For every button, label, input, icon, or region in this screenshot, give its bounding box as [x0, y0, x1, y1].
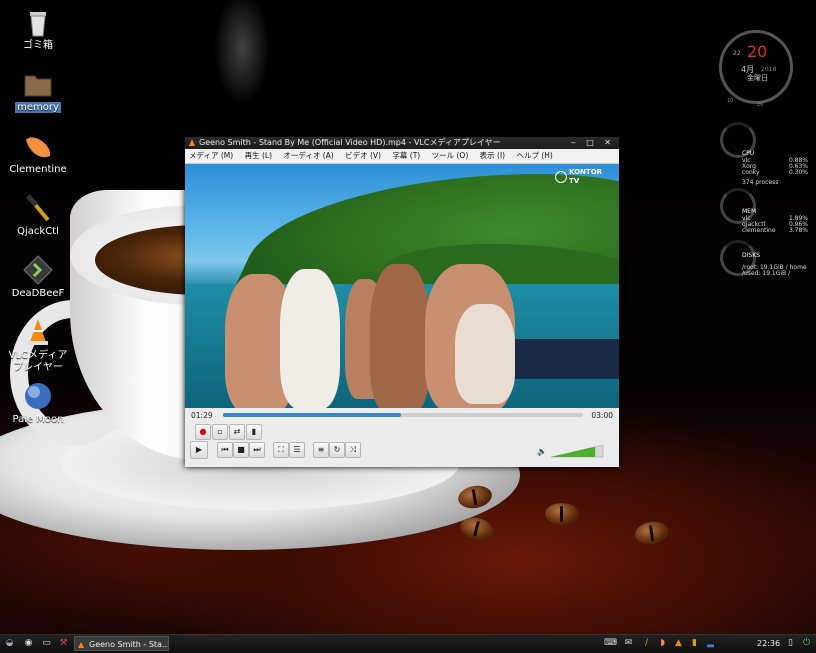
- previous-button[interactable]: ⏮: [217, 442, 233, 458]
- menu-view[interactable]: 表示 (I): [480, 151, 505, 160]
- clock-minute: 22: [733, 50, 741, 57]
- video-scene-person: [280, 269, 340, 408]
- palemoon-icon: [22, 380, 54, 412]
- desktop-icon-vlc[interactable]: VLCメディアプレイヤー: [0, 316, 76, 374]
- steam-graphic: [140, 0, 310, 120]
- hammer-icon[interactable]: ⚒: [57, 637, 70, 650]
- menu-media[interactable]: メディア (M): [189, 151, 233, 160]
- task-label: Geeno Smith - Sta...: [89, 640, 169, 649]
- app-menu-icon[interactable]: ◒: [3, 637, 16, 650]
- extended-settings-button[interactable]: ☰: [289, 442, 305, 458]
- clock-hour-label: 10: [727, 98, 734, 104]
- folder-icon: [22, 68, 54, 100]
- conky-disks-widget: DISKS /root: 19.1GiB / home /used: 19.1G…: [720, 240, 816, 280]
- menu-playback[interactable]: 再生 (L): [245, 151, 272, 160]
- elapsed-time: 01:29: [191, 411, 213, 420]
- clock-month: 4月: [741, 65, 755, 74]
- vlc-cone-icon: [22, 316, 54, 348]
- clock-second-label: 20: [757, 102, 764, 108]
- conky-clock-widget: 22 20 4月 2018 金曜日 10 20: [719, 30, 793, 108]
- desktop-icon-deadbeef[interactable]: DeaDBeeF: [0, 254, 76, 300]
- record-button[interactable]: ●: [195, 424, 211, 440]
- conky-mem-widget: MEM vlc 1.89% qjackctl 0.96% clementine 3.7…: [720, 188, 816, 236]
- vlc-cone-icon: [189, 139, 195, 146]
- loop-ab-button[interactable]: ⇄: [229, 424, 245, 440]
- advanced-controls: ● ▫ ⇄ ▮: [185, 422, 619, 440]
- vlc-window[interactable]: Geeno Smith - Stand By Me (Official Vide…: [185, 137, 619, 467]
- disks-title: DISKS: [742, 252, 760, 259]
- browser-icon[interactable]: ◉: [22, 637, 35, 650]
- qjackctl-tray-icon[interactable]: ∕: [640, 637, 653, 650]
- video-scene-person: [370, 264, 430, 408]
- menu-tools[interactable]: ツール (O): [432, 151, 469, 160]
- vlc-tray-icon[interactable]: ▲: [672, 637, 685, 650]
- vlc-cone-icon: ▲: [78, 640, 85, 649]
- next-button[interactable]: ⏭: [249, 442, 265, 458]
- volume-tray-icon[interactable]: ▂: [704, 637, 717, 650]
- seek-progress: [223, 413, 401, 417]
- video-scene-person: [455, 304, 515, 404]
- show-desktop-icon[interactable]: ▭: [40, 637, 53, 650]
- trash-icon: [22, 6, 54, 38]
- disk-row: /used: 19.1GiB /: [742, 270, 791, 277]
- play-button[interactable]: ▶: [190, 441, 208, 459]
- clementine-tray-icon[interactable]: ◗: [656, 637, 669, 650]
- volume-slider[interactable]: 🔈: [537, 444, 607, 459]
- coffee-bean-graphic: [545, 503, 579, 525]
- loop-button[interactable]: ↻: [329, 442, 345, 458]
- kontor-tv-logo: KONTOR TV: [555, 168, 615, 186]
- cpu-title: CPU: [742, 150, 755, 157]
- menu-subtitle[interactable]: 字幕 (T): [392, 151, 420, 160]
- stop-button[interactable]: ■: [233, 442, 249, 458]
- main-controls: ▶ ⏮ ■ ⏭ ⛶ ☰ ≡ ↻ ⤨ 🔈: [185, 440, 619, 459]
- speaker-icon: 🔈: [537, 447, 547, 456]
- frame-step-button[interactable]: ▮: [246, 424, 262, 440]
- desktop-icon-memory[interactable]: memory: [0, 68, 76, 114]
- mem-title: MEM: [742, 208, 757, 215]
- trash-tray-icon[interactable]: ▯: [784, 637, 797, 650]
- mem-row: clementine 3.78%: [742, 227, 808, 234]
- coffee-bean-graphic: [633, 519, 671, 547]
- desktop-icon-clementine[interactable]: Clementine: [0, 130, 76, 176]
- desktop-icon-palemoon[interactable]: Pale Moon: [0, 380, 76, 426]
- qjackctl-icon: [22, 192, 54, 224]
- shuffle-button[interactable]: ⤨: [345, 442, 361, 458]
- logout-icon[interactable]: ⏻: [800, 637, 813, 650]
- window-title: Geeno Smith - Stand By Me (Official Vide…: [199, 138, 501, 147]
- taskbar: ◒ ◉ ▭ ⚒ ▲ Geeno Smith - Sta... ⌨ ✉ ∕ ◗ ▲…: [0, 634, 816, 653]
- fullscreen-button[interactable]: ⛶: [273, 442, 289, 458]
- taskbar-task-vlc[interactable]: ▲ Geeno Smith - Sta...: [74, 636, 169, 651]
- menu-audio[interactable]: オーディオ (A): [283, 151, 333, 160]
- deadbeef-icon: [22, 254, 54, 286]
- clock-year: 2018: [761, 66, 777, 73]
- clementine-icon: [22, 130, 54, 162]
- playlist-button[interactable]: ≡: [313, 442, 329, 458]
- clock-weekday: 金曜日: [747, 74, 768, 82]
- conky-cpu-widget: CPU vlc 0.88% Xorg 0.63% conky 0.30% 374 pr…: [720, 122, 816, 188]
- window-controls[interactable]: ‒ □ ✕: [571, 137, 615, 149]
- vlc-menubar: メディア (M) 再生 (L) オーディオ (A) ビデオ (V) 字幕 (T)…: [185, 149, 619, 164]
- coffee-bean-graphic: [457, 513, 497, 545]
- clock-day: 20: [747, 42, 768, 61]
- desktop-icon-qjackctl[interactable]: QjackCtl: [0, 192, 76, 238]
- snapshot-button[interactable]: ▫: [212, 424, 228, 440]
- cpu-row: conky 0.30%: [742, 169, 808, 176]
- taskbar-clock[interactable]: 22:36: [757, 637, 780, 650]
- network-icon[interactable]: ✉: [622, 637, 635, 650]
- vlc-titlebar[interactable]: Geeno Smith - Stand By Me (Official Vide…: [185, 137, 619, 149]
- keyboard-icon[interactable]: ⌨: [604, 637, 617, 650]
- seek-row: 01:29 03:00: [185, 408, 619, 422]
- battery-icon[interactable]: ▮: [688, 637, 701, 650]
- total-time: 03:00: [591, 411, 613, 420]
- menu-video[interactable]: ビデオ (V): [345, 151, 381, 160]
- video-area[interactable]: KONTOR TV: [185, 164, 619, 408]
- seek-slider[interactable]: [223, 413, 583, 417]
- menu-help[interactable]: ヘルプ (H): [516, 151, 552, 160]
- cpu-process-count: 374 process: [742, 179, 779, 186]
- desktop-icon-trash[interactable]: ゴミ箱: [0, 6, 76, 52]
